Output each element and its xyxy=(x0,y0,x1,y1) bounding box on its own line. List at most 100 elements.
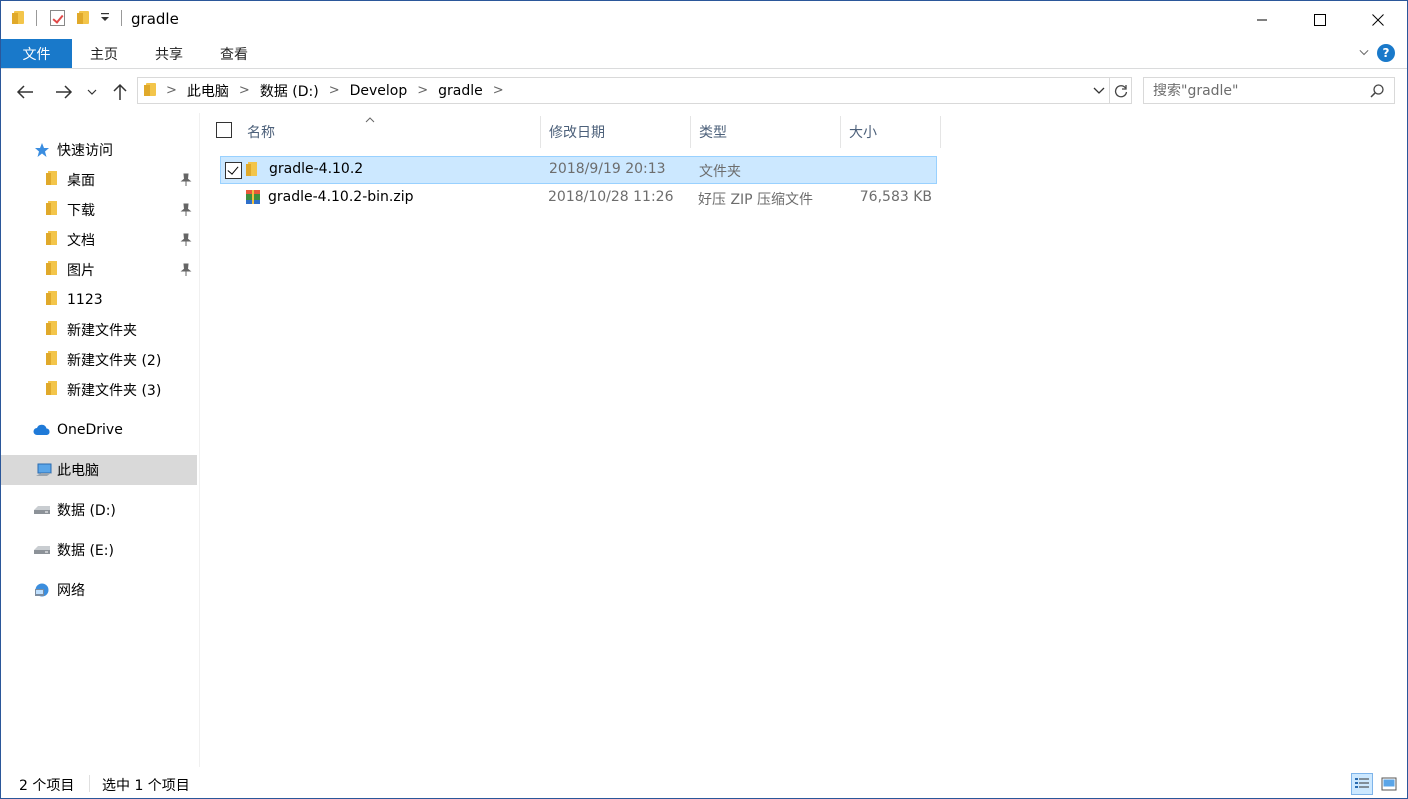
maximize-button[interactable] xyxy=(1291,1,1349,39)
ribbon-tabs: 文件 主页 共享 查看 ? xyxy=(1,39,1407,69)
details-view-button[interactable] xyxy=(1351,773,1373,795)
file-name: gradle-4.10.2-bin.zip xyxy=(268,189,414,205)
network-icon xyxy=(35,583,49,597)
breadcrumb-drive-d[interactable]: 数据 (D:) xyxy=(256,81,323,101)
pin-icon[interactable] xyxy=(179,263,193,277)
address-bar[interactable]: > 此电脑 > 数据 (D:) > Develop > gradle > xyxy=(137,77,1110,104)
column-header-label: 修改日期 xyxy=(549,125,605,141)
sidebar-item-new-folder[interactable]: 新建文件夹 xyxy=(1,315,197,345)
search-icon[interactable] xyxy=(1370,84,1384,98)
window-title: gradle xyxy=(131,10,179,28)
column-header-label: 大小 xyxy=(849,125,877,141)
column-header-label: 名称 xyxy=(247,125,275,141)
file-type: 好压 ZIP 压缩文件 xyxy=(698,192,814,208)
forward-button[interactable] xyxy=(51,79,77,105)
breadcrumb-separator[interactable]: > xyxy=(323,83,346,98)
chevron-down-icon xyxy=(1093,87,1105,94)
pin-icon[interactable] xyxy=(179,233,193,247)
refresh-button[interactable] xyxy=(1110,77,1132,104)
sidebar-item-quick-access[interactable]: 快速访问 xyxy=(1,135,197,165)
breadcrumb-separator[interactable]: > xyxy=(160,83,183,98)
sidebar-item-drive-d[interactable]: 数据 (D:) xyxy=(1,495,197,525)
navigation-bar: > 此电脑 > 数据 (D:) > Develop > gradle > xyxy=(1,73,1407,111)
minimize-icon xyxy=(1257,19,1267,21)
row-checkbox[interactable] xyxy=(225,162,242,179)
downloads-folder-icon xyxy=(45,200,67,220)
pin-icon[interactable] xyxy=(179,173,193,187)
file-list: 名称 修改日期 类型 大小 gradle-4.10.2 2018/9/19 20… xyxy=(201,113,1407,767)
breadcrumb-this-pc[interactable]: 此电脑 xyxy=(183,81,233,101)
drive-icon xyxy=(34,546,50,554)
sidebar-item-label: 新建文件夹 (3) xyxy=(67,383,162,399)
sidebar-item-pictures[interactable]: 图片 xyxy=(1,255,197,285)
star-icon xyxy=(35,143,49,157)
recent-locations-button[interactable] xyxy=(84,79,100,105)
breadcrumb-gradle[interactable]: gradle xyxy=(434,83,487,99)
search-box[interactable] xyxy=(1143,77,1395,104)
file-row-gradle-folder[interactable]: gradle-4.10.2 2018/9/19 20:13 文件夹 xyxy=(220,156,937,184)
tab-view[interactable]: 查看 xyxy=(205,39,263,68)
select-all-checkbox[interactable] xyxy=(216,122,232,138)
close-button[interactable] xyxy=(1349,1,1407,39)
sidebar-item-network[interactable]: 网络 xyxy=(1,575,197,605)
address-history-button[interactable] xyxy=(1089,77,1109,104)
file-date: 2018/9/19 20:13 xyxy=(549,161,666,177)
help-icon[interactable]: ? xyxy=(1377,44,1395,62)
sidebar-item-onedrive[interactable]: OneDrive xyxy=(1,415,197,445)
sidebar-item-label: 下载 xyxy=(67,203,95,219)
sidebar-item-documents[interactable]: 文档 xyxy=(1,225,197,255)
item-count: 2 个项目 xyxy=(19,778,75,794)
back-button[interactable] xyxy=(12,79,38,105)
tab-share[interactable]: 共享 xyxy=(140,39,198,68)
large-icons-view-button[interactable] xyxy=(1378,773,1400,795)
properties-quick-access-icon[interactable] xyxy=(50,10,65,26)
computer-icon xyxy=(36,463,52,476)
tab-file[interactable]: 文件 xyxy=(1,39,72,68)
folder-icon xyxy=(45,290,67,310)
search-input[interactable] xyxy=(1153,82,1363,99)
folder-icon xyxy=(144,82,158,100)
expand-ribbon-icon[interactable] xyxy=(1359,47,1369,57)
sidebar-item-label: 文档 xyxy=(67,233,95,249)
breadcrumb-separator[interactable]: > xyxy=(233,83,256,98)
sidebar-item-label: 新建文件夹 (2) xyxy=(67,353,162,369)
sidebar-item-label: 数据 (E:) xyxy=(57,543,114,559)
sidebar-item-new-folder-2[interactable]: 新建文件夹 (2) xyxy=(1,345,197,375)
sidebar-item-label: 图片 xyxy=(67,263,95,279)
customize-toolbar-icon[interactable] xyxy=(100,11,110,23)
column-header-label: 类型 xyxy=(699,125,727,141)
file-row-gradle-zip[interactable]: gradle-4.10.2-bin.zip 2018/10/28 11:26 好… xyxy=(220,184,937,212)
documents-folder-icon xyxy=(45,230,67,250)
file-name: gradle-4.10.2 xyxy=(269,161,364,177)
breadcrumb-develop[interactable]: Develop xyxy=(346,83,412,99)
pin-icon[interactable] xyxy=(179,203,193,217)
column-header-type[interactable]: 类型 xyxy=(692,116,841,148)
sidebar-item-label: 此电脑 xyxy=(57,463,99,479)
tab-home[interactable]: 主页 xyxy=(76,39,132,68)
column-header-size[interactable]: 大小 xyxy=(842,116,941,148)
navigation-pane: 快速访问 桌面 下载 文档 图片 1123 新建文件夹 新建文件夹 (2) 新建… xyxy=(1,113,200,767)
sidebar-item-label: 网络 xyxy=(57,583,85,599)
sidebar-item-this-pc[interactable]: 此电脑 xyxy=(1,455,197,485)
drive-icon xyxy=(34,506,50,514)
sidebar-item-downloads[interactable]: 下载 xyxy=(1,195,197,225)
column-header-date[interactable]: 修改日期 xyxy=(542,116,691,148)
sidebar-item-new-folder-3[interactable]: 新建文件夹 (3) xyxy=(1,375,197,405)
breadcrumb-separator[interactable]: > xyxy=(487,83,510,98)
folder-icon xyxy=(45,350,67,370)
sort-ascending-icon xyxy=(365,117,375,123)
column-header-name[interactable]: 名称 xyxy=(240,116,541,148)
large-icons-view-icon xyxy=(1381,777,1397,791)
title-bar: gradle xyxy=(1,1,1407,39)
up-button[interactable] xyxy=(107,79,133,105)
sidebar-item-drive-e[interactable]: 数据 (E:) xyxy=(1,535,197,565)
sidebar-item-label: 数据 (D:) xyxy=(57,503,116,519)
sidebar-item-1123[interactable]: 1123 xyxy=(1,285,197,315)
new-folder-quick-access-icon[interactable] xyxy=(77,10,91,24)
file-type: 文件夹 xyxy=(699,164,741,180)
zip-archive-icon xyxy=(246,190,260,204)
minimize-button[interactable] xyxy=(1233,1,1291,39)
sidebar-item-desktop[interactable]: 桌面 xyxy=(1,165,197,195)
breadcrumb-separator[interactable]: > xyxy=(411,83,434,98)
folder-icon xyxy=(45,380,67,400)
